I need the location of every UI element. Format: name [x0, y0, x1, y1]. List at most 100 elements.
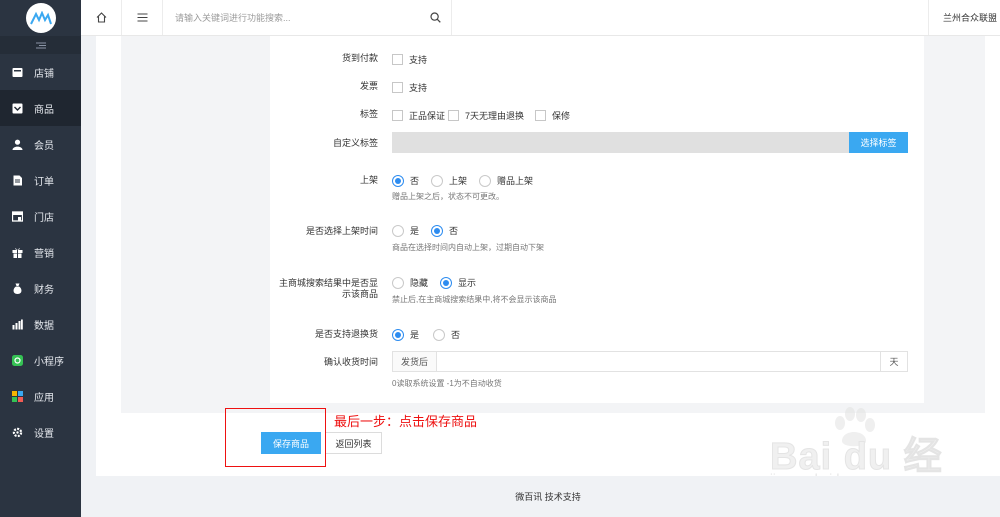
cod-checkbox[interactable] — [392, 54, 403, 65]
gift-icon — [12, 247, 23, 258]
back-to-list-button[interactable]: 返回列表 — [325, 432, 382, 454]
invoice-checkbox[interactable] — [392, 82, 403, 93]
radio-label: 否 — [451, 330, 461, 340]
money-bag-icon — [12, 283, 23, 294]
account-name[interactable]: 兰州合众联盟 — [929, 0, 1000, 35]
radio-button[interactable] — [479, 174, 492, 187]
home-icon — [96, 12, 106, 23]
logo[interactable] — [25, 3, 56, 33]
timed-listing-option-no[interactable]: 否 — [431, 224, 458, 237]
listing-option-on[interactable]: 上架 — [431, 174, 467, 187]
listing-label: 上架 — [359, 175, 378, 185]
tag-checkbox[interactable] — [392, 110, 403, 121]
top-bar-spacer — [452, 0, 929, 35]
custom-tags-input[interactable] — [392, 132, 849, 153]
listing-option-no[interactable]: 否 — [392, 174, 419, 187]
radio-button[interactable] — [431, 174, 444, 187]
confirm-days-input[interactable] — [437, 352, 880, 371]
radio-label: 是 — [410, 226, 420, 236]
sidebar-item-label: 数据 — [34, 320, 54, 332]
tag-option-warranty[interactable]: 保修 — [535, 109, 570, 122]
goods-icon — [12, 103, 23, 114]
radio-button[interactable] — [392, 224, 404, 237]
search-visible-label-line1: 主商城搜索结果中是否显 — [278, 278, 378, 288]
sidebar-item-marketing[interactable]: 营销 — [0, 234, 81, 270]
tags-label: 标签 — [359, 109, 378, 119]
menu-button[interactable] — [122, 0, 163, 35]
collapse-icon — [35, 42, 46, 48]
sidebar-item-goods[interactable]: 商品 — [0, 90, 81, 126]
search-visible-label-line2: 示该商品 — [341, 289, 378, 299]
invoice-label: 发票 — [359, 81, 378, 91]
radio-label: 上架 — [449, 176, 468, 186]
radio-button[interactable] — [392, 276, 404, 289]
sidebar-item-member[interactable]: 会员 — [0, 126, 81, 162]
radio-label: 隐藏 — [410, 278, 429, 288]
confirm-days-suffix: 天 — [880, 352, 907, 371]
search-visible-options: 隐藏 显示 — [392, 276, 488, 289]
tag-option-genuine[interactable]: 正品保证 — [392, 109, 445, 122]
radio-button[interactable] — [431, 224, 444, 237]
search-box — [163, 0, 452, 35]
tag-option-7day-return[interactable]: 7天无理由退换 — [448, 109, 524, 122]
tag-checkbox[interactable] — [448, 110, 460, 121]
listing-option-gift[interactable]: 赠品上架 — [479, 174, 533, 187]
search-input[interactable] — [175, 12, 430, 23]
logo-mark-icon — [29, 11, 52, 25]
annotation-text: 最后一步：点击保存商品 — [334, 415, 478, 430]
sidebar-item-shop[interactable]: 店铺 — [0, 54, 81, 90]
footer: 微百讯 技术支持 — [96, 476, 1000, 517]
custom-tags-label: 自定义标签 — [332, 138, 378, 148]
tag-checkbox[interactable] — [535, 110, 547, 121]
search-visible-option-show[interactable]: 显示 — [440, 276, 476, 289]
user-icon — [12, 139, 23, 150]
tag-option-label: 正品保证 — [409, 111, 446, 121]
radio-button[interactable] — [440, 276, 453, 289]
radio-label: 显示 — [458, 278, 477, 288]
invoice-option[interactable]: 支持 — [392, 81, 427, 94]
shop-icon — [12, 67, 23, 78]
sidebar-collapse-button[interactable] — [0, 36, 81, 54]
search-visible-hint: 禁止后,在主商城搜索结果中,将不会显示该商品 — [392, 295, 557, 304]
sidebar-item-data[interactable]: 数据 — [0, 306, 81, 342]
timed-listing-options: 是 否 — [392, 224, 470, 237]
timed-listing-label: 是否选择上架时间 — [305, 226, 378, 236]
confirm-days-prefix: 发货后 — [393, 352, 437, 371]
sidebar-item-order[interactable]: 订单 — [0, 162, 81, 198]
search-visible-label: 主商城搜索结果中是否显 示该商品 — [270, 278, 378, 300]
radio-label: 否 — [410, 176, 420, 186]
listing-hint: 赠品上架之后，状态不可更改。 — [392, 192, 504, 201]
select-tags-button[interactable]: 选择标签 — [849, 132, 908, 153]
sidebar-item-label: 订单 — [34, 176, 54, 188]
search-icon[interactable] — [430, 12, 441, 23]
sidebar-item-finance[interactable]: 财务 — [0, 270, 81, 306]
sidebar-nav: 店铺 商品 会员 订单 门店 营销 财务 数据 小程序 应用 设置 — [0, 54, 81, 450]
radio-button[interactable] — [433, 328, 446, 341]
radio-button[interactable] — [392, 174, 404, 187]
sidebar-item-label: 商品 — [34, 104, 54, 116]
radio-label: 是 — [410, 330, 420, 340]
sidebar-item-label: 门店 — [34, 212, 54, 224]
sidebar-item-label: 设置 — [34, 428, 54, 440]
confirm-days-label: 确认收货时间 — [323, 357, 378, 367]
timed-listing-option-yes[interactable]: 是 — [392, 224, 419, 237]
returns-option-no[interactable]: 否 — [433, 328, 460, 341]
returns-option-yes[interactable]: 是 — [392, 328, 419, 341]
confirm-days-hint: 0读取系统设置 -1为不自动收货 — [392, 379, 502, 388]
sidebar-item-settings[interactable]: 设置 — [0, 414, 81, 450]
logo-area — [0, 0, 81, 36]
cod-option[interactable]: 支持 — [392, 53, 427, 66]
sidebar-item-store[interactable]: 门店 — [0, 198, 81, 234]
radio-button[interactable] — [392, 328, 404, 341]
sidebar-item-miniapp[interactable]: 小程序 — [0, 342, 81, 378]
returns-options: 是 否 — [392, 328, 472, 341]
sidebar-item-apps[interactable]: 应用 — [0, 378, 81, 414]
search-visible-option-hide[interactable]: 隐藏 — [392, 276, 428, 289]
sidebar-item-label: 小程序 — [34, 356, 64, 368]
home-button[interactable] — [81, 0, 122, 35]
tags-options: 正品保证 7天无理由退换 保修 — [392, 109, 582, 122]
sidebar: 店铺 商品 会员 订单 门店 营销 财务 数据 小程序 应用 设置 — [0, 0, 81, 517]
returns-label: 是否支持退换货 — [314, 329, 378, 339]
tag-option-label: 7天无理由退换 — [465, 111, 525, 121]
radio-label: 赠品上架 — [497, 176, 534, 186]
